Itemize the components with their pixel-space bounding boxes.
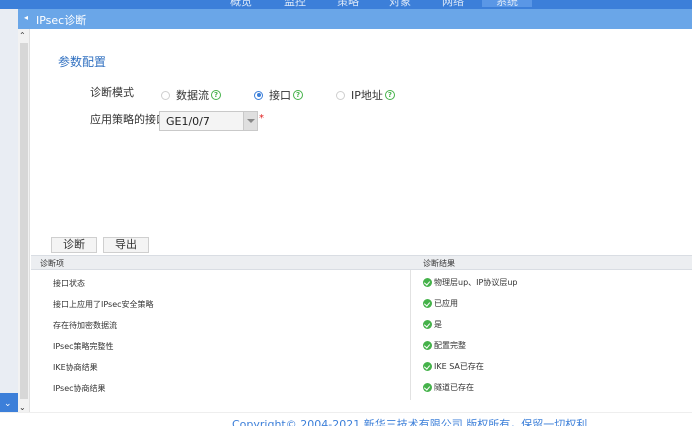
row-result: 已应用	[423, 298, 458, 309]
row-item: 接口状态	[53, 279, 85, 288]
interface-select[interactable]: GE1/0/7	[159, 111, 258, 131]
result-text: 配置完整	[434, 341, 466, 350]
row-item: IKE协商结果	[53, 363, 98, 372]
top-navigation: 概览 监控 策略 对象 网络 系统	[0, 0, 692, 9]
export-button[interactable]: 导出	[103, 237, 149, 253]
radio-mode-interface[interactable]: 接口 ?	[254, 87, 303, 103]
row-result: IKE SA已存在	[423, 361, 484, 372]
column-header-result: 诊断结果	[423, 259, 455, 268]
row-result: 物理层up、IP协议层up	[423, 277, 517, 288]
radio-label: IP地址	[351, 89, 383, 102]
row-result: 是	[423, 319, 442, 330]
success-check-icon	[423, 341, 432, 350]
radio-mode-dataflow[interactable]: 数据流 ?	[161, 87, 221, 103]
chevron-down-icon: ⌄	[4, 399, 12, 409]
radio-label: 接口	[269, 89, 291, 102]
footer: Copyright© 2004-2021 新华三技术有限公司 版权所有，保留一切…	[0, 412, 692, 426]
table-row: 接口状态 物理层up、IP协议层up	[31, 274, 692, 294]
diagnose-mode-label: 诊断模式	[90, 86, 134, 99]
success-check-icon	[423, 278, 432, 287]
result-text: 已应用	[434, 299, 458, 308]
success-check-icon	[423, 320, 432, 329]
nav-item-network[interactable]: 网络	[442, 0, 464, 9]
help-icon[interactable]: ?	[293, 90, 303, 100]
dropdown-arrow-icon[interactable]	[243, 112, 257, 130]
row-item: 接口上应用了IPsec安全策略	[53, 300, 154, 309]
row-result: 隧道已存在	[423, 382, 474, 393]
nav-item-policy[interactable]: 策略	[337, 0, 359, 9]
radio-button-selected[interactable]	[254, 90, 263, 100]
success-check-icon	[423, 299, 432, 308]
scrollbar-thumb[interactable]	[20, 43, 28, 399]
column-header-item: 诊断项	[40, 259, 64, 268]
row-item: 存在待加密数据流	[53, 321, 117, 330]
result-text: 隧道已存在	[434, 383, 474, 392]
table-header: 诊断项 诊断结果	[31, 255, 692, 270]
result-text: IKE SA已存在	[434, 362, 484, 371]
success-check-icon	[423, 383, 432, 392]
required-mark: *	[259, 113, 264, 124]
sidebar-collapsed: ⌄	[0, 9, 18, 426]
table-row: IPsec策略完整性 配置完整	[31, 337, 692, 357]
table-row: 接口上应用了IPsec安全策略 已应用	[31, 295, 692, 315]
table-row: 存在待加密数据流 是	[31, 316, 692, 336]
help-icon[interactable]: ?	[211, 90, 221, 100]
tab-ipsec-diagnose[interactable]: IPsec诊断	[36, 12, 86, 28]
table-row: IPsec协商结果 隧道已存在	[31, 379, 692, 399]
scroll-down-icon[interactable]: ⌄	[19, 403, 26, 412]
row-item: IPsec协商结果	[53, 384, 106, 393]
tab-bar: ◂ IPsec诊断	[18, 9, 692, 29]
radio-button[interactable]	[161, 90, 170, 100]
scroll-up-icon[interactable]: ⌃	[19, 31, 26, 40]
vertical-scrollbar[interactable]: ⌃ ⌄	[18, 29, 30, 412]
result-text: 是	[434, 320, 442, 329]
radio-mode-ip-address[interactable]: IP地址 ?	[336, 87, 395, 103]
row-item: IPsec策略完整性	[53, 342, 114, 351]
table-row: IKE协商结果 IKE SA已存在	[31, 358, 692, 378]
radio-button[interactable]	[336, 90, 345, 100]
nav-item-system[interactable]: 系统	[482, 0, 532, 8]
result-text: 物理层up、IP协议层up	[434, 278, 518, 287]
interface-label: 应用策略的接口	[90, 113, 167, 126]
help-icon[interactable]: ?	[384, 90, 395, 100]
tab-marker-icon: ◂	[24, 13, 29, 22]
diagnose-button[interactable]: 诊断	[51, 237, 97, 253]
interface-select-value: GE1/0/7	[166, 115, 210, 128]
nav-item-monitor[interactable]: 监控	[284, 0, 306, 9]
nav-item-object[interactable]: 对象	[389, 0, 411, 9]
radio-label: 数据流	[176, 89, 209, 102]
success-check-icon	[423, 362, 432, 371]
nav-item-overview[interactable]: 概览	[230, 0, 252, 9]
copyright-text: Copyright© 2004-2021 新华三技术有限公司 版权所有，保留一切…	[232, 418, 588, 426]
row-result: 配置完整	[423, 340, 466, 351]
section-title: 参数配置	[58, 55, 107, 69]
